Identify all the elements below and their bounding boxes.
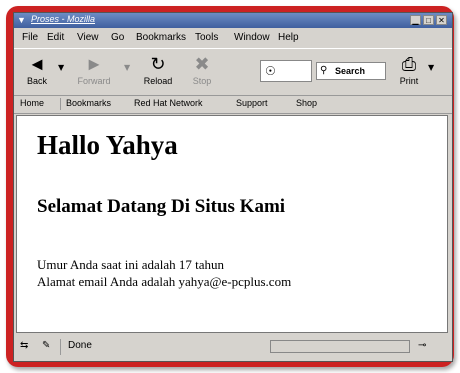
stop-icon: ✖ (194, 54, 210, 74)
maximize-button[interactable]: □ (423, 15, 434, 25)
back-label: Back (26, 76, 47, 86)
print-dropdown[interactable]: ▼ (428, 63, 434, 72)
online-status-icon[interactable]: ⇆ (20, 340, 28, 351)
menu-edit[interactable]: Edit (47, 32, 64, 43)
print-button[interactable]: ⎙ Print (394, 52, 424, 92)
back-dropdown[interactable]: ▼ (58, 63, 64, 72)
page-heading: Hallo Yahya (37, 130, 178, 160)
progress-bar (270, 340, 410, 353)
title-bar[interactable]: ▼ Proses - Mozilla ▁ □ ✕ (14, 13, 452, 28)
menu-view[interactable]: View (77, 32, 99, 43)
window-title: Proses - Mozilla (31, 14, 96, 24)
forward-button[interactable]: ► Forward (70, 52, 118, 92)
bookmark-home[interactable]: Home (20, 98, 44, 108)
menu-bar: File Edit View Go Bookmarks Tools Window… (14, 29, 452, 47)
back-icon: ◄ (28, 54, 46, 74)
search-icon: ⚲ (320, 65, 328, 76)
reload-label: Reload (143, 76, 173, 86)
personal-toolbar: Home Bookmarks Red Hat Network Support S… (14, 95, 452, 114)
reload-icon: ↻ (150, 54, 166, 74)
window-menu-icon[interactable]: ▼ (17, 15, 27, 25)
back-button[interactable]: ◄ Back (20, 52, 54, 92)
age-text: Umur Anda saat ini adalah 17 tahun (37, 257, 225, 272)
url-icon: ☉ (265, 64, 276, 78)
security-icon: ✎ (42, 340, 51, 351)
bookmark-shop[interactable]: Shop (296, 98, 317, 108)
browser-window: ▼ Proses - Mozilla ▁ □ ✕ File Edit View … (13, 12, 453, 362)
menu-tools[interactable]: Tools (195, 32, 218, 43)
minimize-button[interactable]: ▁ (410, 15, 421, 25)
forward-label: Forward (77, 76, 111, 86)
search-button[interactable]: ⚲ Search (316, 62, 386, 80)
print-label: Print (399, 76, 419, 86)
forward-dropdown[interactable]: ▼ (124, 63, 130, 72)
reload-button[interactable]: ↻ Reload (138, 52, 178, 92)
status-text: Done (68, 340, 92, 351)
menu-help[interactable]: Help (278, 32, 299, 43)
url-field[interactable]: ☉ (260, 60, 312, 82)
forward-icon: ► (85, 54, 103, 74)
search-label: Search (335, 66, 366, 76)
print-icon: ⎙ (401, 54, 417, 74)
status-bar: ⇆ ✎ Done ⊸ (14, 335, 452, 359)
stop-label: Stop (192, 76, 212, 86)
bookmark-bookmarks[interactable]: Bookmarks (66, 98, 111, 108)
page-subheading: Selamat Datang Di Situs Kami (37, 196, 286, 217)
close-button[interactable]: ✕ (436, 15, 447, 25)
email-text: Alamat email Anda adalah yahya@e-pcplus.… (37, 274, 292, 289)
stop-button[interactable]: ✖ Stop (188, 52, 216, 92)
lock-icon: ⊸ (418, 340, 427, 351)
divider (60, 339, 61, 355)
menu-file[interactable]: File (22, 32, 38, 43)
page-content: Hallo Yahya Selamat Datang Di Situs Kami… (16, 115, 448, 333)
menu-bookmarks[interactable]: Bookmarks (136, 32, 186, 43)
menu-go[interactable]: Go (111, 32, 124, 43)
navigation-toolbar: ◄ Back ▼ ► Forward ▼ ↻ Reload ✖ Stop ☉ ⚲… (14, 48, 452, 96)
menu-window[interactable]: Window (234, 32, 270, 43)
bookmark-support[interactable]: Support (236, 98, 268, 108)
bookmark-red-hat-network[interactable]: Red Hat Network (134, 98, 203, 108)
divider (60, 98, 61, 110)
